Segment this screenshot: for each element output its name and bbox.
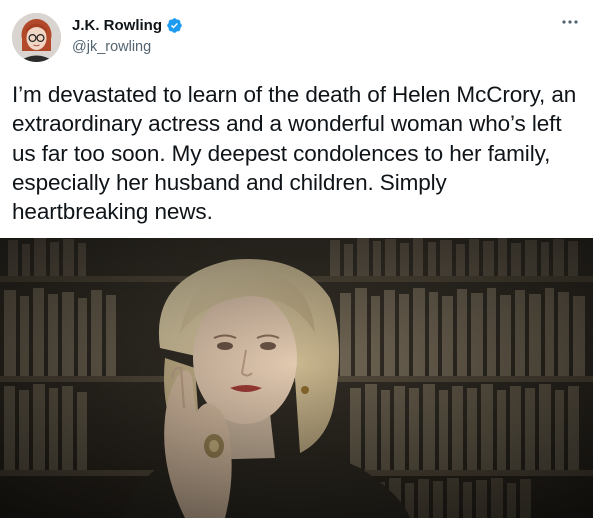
verified-badge-icon (166, 17, 183, 34)
author-name-row: J.K. Rowling (72, 17, 183, 34)
tweet-media-image[interactable] (0, 238, 593, 518)
author-display-name[interactable]: J.K. Rowling (72, 17, 162, 34)
author-handle[interactable]: @jk_rowling (72, 39, 151, 55)
tweet-text: I’m devastated to learn of the death of … (12, 82, 577, 225)
tweet-card: J.K. Rowling @jk_rowling I’m devastated … (0, 0, 593, 518)
more-options-icon[interactable] (559, 14, 581, 30)
author-avatar[interactable] (12, 13, 61, 62)
